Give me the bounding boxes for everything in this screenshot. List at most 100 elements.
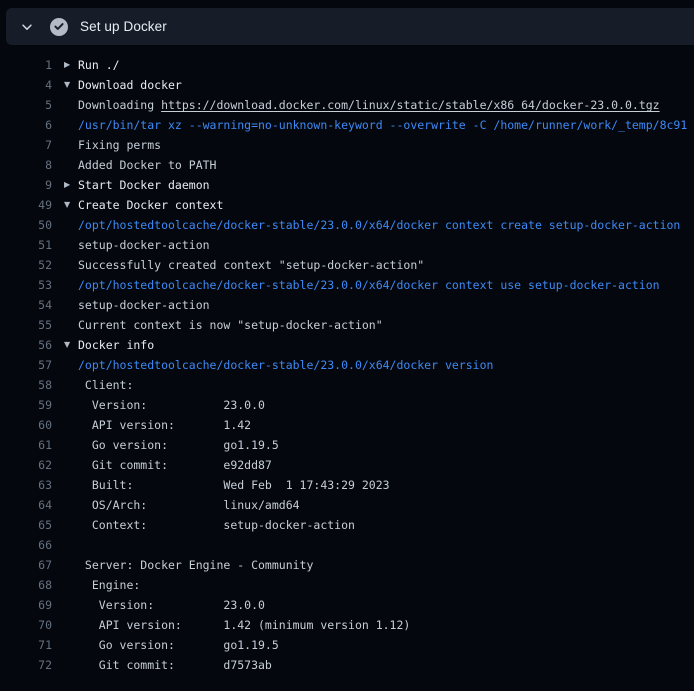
- log-line: 8 Added Docker to PATH: [0, 155, 694, 175]
- group-title: Run ./: [78, 55, 120, 75]
- log-line: 63 Built: Wed Feb 1 17:43:29 2023: [0, 475, 694, 495]
- log-line-text: Engine:: [78, 575, 140, 595]
- log-group-row[interactable]: 1 ▶Run ./: [0, 55, 694, 75]
- log-line-number[interactable]: 8: [0, 155, 52, 175]
- log-line-number[interactable]: 65: [0, 515, 52, 535]
- log-line-text: /usr/bin/tar xz --warning=no-unknown-key…: [78, 115, 687, 135]
- log-line: 69 Version: 23.0.0: [0, 595, 694, 615]
- group-title: Create Docker context: [78, 195, 223, 215]
- log-link[interactable]: https://download.docker.com/linux/static…: [161, 98, 660, 112]
- text-segment: Version: 23.0.0: [78, 398, 265, 412]
- log-line-number[interactable]: 71: [0, 635, 52, 655]
- log-line-text: /opt/hostedtoolcache/docker-stable/23.0.…: [78, 215, 680, 235]
- log-line-number[interactable]: 57: [0, 355, 52, 375]
- log-group-row[interactable]: 9 ▶Start Docker daemon: [0, 175, 694, 195]
- text-segment: API version: 1.42 (minimum version 1.12): [78, 618, 410, 632]
- group-collapse-icon[interactable]: ▼: [64, 75, 78, 95]
- log-line-number[interactable]: 59: [0, 395, 52, 415]
- command-text: /opt/hostedtoolcache/docker-stable/23.0.…: [78, 278, 660, 292]
- log-line-text: Downloading https://download.docker.com/…: [78, 95, 660, 115]
- log-group-row[interactable]: 4 ▼Download docker: [0, 75, 694, 95]
- group-title: Download docker: [78, 75, 182, 95]
- log-line-text: Git commit: d7573ab: [78, 655, 272, 675]
- log-line-text: Current context is now "setup-docker-act…: [78, 315, 383, 335]
- log-line-text: Built: Wed Feb 1 17:43:29 2023: [78, 475, 390, 495]
- log-line-number[interactable]: 62: [0, 455, 52, 475]
- log-line-text: /opt/hostedtoolcache/docker-stable/23.0.…: [78, 355, 493, 375]
- log-line-number[interactable]: 56: [0, 335, 52, 355]
- text-segment: Go version: go1.19.5: [78, 438, 279, 452]
- step-header[interactable]: Set up Docker: [6, 8, 694, 45]
- log-line-number[interactable]: 55: [0, 315, 52, 335]
- log-line-number[interactable]: 6: [0, 115, 52, 135]
- log-line-text: setup-docker-action: [78, 295, 210, 315]
- log-line: 60 API version: 1.42: [0, 415, 694, 435]
- log-line: 54 setup-docker-action: [0, 295, 694, 315]
- log-line-number[interactable]: 72: [0, 655, 52, 675]
- log-line-text: Go version: go1.19.5: [78, 435, 279, 455]
- text-segment: Run ./: [78, 58, 120, 72]
- log-line-number[interactable]: 7: [0, 135, 52, 155]
- log-line-text: Go version: go1.19.5: [78, 635, 279, 655]
- log-line-number[interactable]: 4: [0, 75, 52, 95]
- text-segment: Git commit: e92dd87: [78, 458, 272, 472]
- log-line-number[interactable]: 54: [0, 295, 52, 315]
- log-line-number[interactable]: 64: [0, 495, 52, 515]
- log-line-number[interactable]: 60: [0, 415, 52, 435]
- group-expand-icon[interactable]: ▶: [64, 175, 78, 195]
- text-segment: Download docker: [78, 78, 182, 92]
- log-line-number[interactable]: 70: [0, 615, 52, 635]
- text-segment: Server: Docker Engine - Community: [78, 558, 313, 572]
- log-line: 59 Version: 23.0.0: [0, 395, 694, 415]
- log-line-number[interactable]: 53: [0, 275, 52, 295]
- log-line-number[interactable]: 66: [0, 535, 52, 555]
- log-line-number[interactable]: 51: [0, 235, 52, 255]
- log-line: 61 Go version: go1.19.5: [0, 435, 694, 455]
- log-line-number[interactable]: 1: [0, 55, 52, 75]
- log-line-number[interactable]: 50: [0, 215, 52, 235]
- log-line-number[interactable]: 5: [0, 95, 52, 115]
- log-line-number[interactable]: 49: [0, 195, 52, 215]
- log-line: 72 Git commit: d7573ab: [0, 655, 694, 675]
- log-line: 70 API version: 1.42 (minimum version 1.…: [0, 615, 694, 635]
- check-circle-icon: [50, 18, 68, 36]
- log-line-number[interactable]: 68: [0, 575, 52, 595]
- group-title: Start Docker daemon: [78, 175, 210, 195]
- text-segment: Context: setup-docker-action: [78, 518, 355, 532]
- log-group-row[interactable]: 49 ▼Create Docker context: [0, 195, 694, 215]
- command-text: /usr/bin/tar xz --warning=no-unknown-key…: [78, 118, 687, 132]
- text-segment: setup-docker-action: [78, 298, 210, 312]
- log-line: 68 Engine:: [0, 575, 694, 595]
- log-line: 51 setup-docker-action: [0, 235, 694, 255]
- log-line-number[interactable]: 63: [0, 475, 52, 495]
- log-line-text: Client:: [78, 375, 133, 395]
- text-segment: Built: Wed Feb 1 17:43:29 2023: [78, 478, 390, 492]
- text-segment: Start Docker daemon: [78, 178, 210, 192]
- text-segment: Downloading: [78, 98, 161, 112]
- text-segment: Docker info: [78, 338, 154, 352]
- log-line-number[interactable]: 69: [0, 595, 52, 615]
- log-line-number[interactable]: 67: [0, 555, 52, 575]
- log-line-text: /opt/hostedtoolcache/docker-stable/23.0.…: [78, 275, 660, 295]
- log-group-row[interactable]: 56 ▼Docker info: [0, 335, 694, 355]
- log-line: 53/opt/hostedtoolcache/docker-stable/23.…: [0, 275, 694, 295]
- text-segment: Added Docker to PATH: [78, 158, 216, 172]
- workflow-log-panel: Set up Docker 1▶Run ./4▼Download docker5…: [0, 8, 694, 675]
- text-segment: API version: 1.42: [78, 418, 251, 432]
- log-line: 52 Successfully created context "setup-do…: [0, 255, 694, 275]
- log-line-text: Git commit: e92dd87: [78, 455, 272, 475]
- text-segment: Successfully created context "setup-dock…: [78, 258, 424, 272]
- log-line: 5 Downloading https://download.docker.com…: [0, 95, 694, 115]
- log-line-number[interactable]: 52: [0, 255, 52, 275]
- log-line: 64 OS/Arch: linux/amd64: [0, 495, 694, 515]
- log-line-number[interactable]: 58: [0, 375, 52, 395]
- log-line-number[interactable]: 9: [0, 175, 52, 195]
- group-collapse-icon[interactable]: ▼: [64, 195, 78, 215]
- chevron-down-icon[interactable]: [19, 19, 35, 35]
- group-collapse-icon[interactable]: ▼: [64, 335, 78, 355]
- group-expand-icon[interactable]: ▶: [64, 55, 78, 75]
- log-line-number[interactable]: 61: [0, 435, 52, 455]
- text-segment: OS/Arch: linux/amd64: [78, 498, 300, 512]
- text-segment: Git commit: d7573ab: [78, 658, 272, 672]
- log-line-text: setup-docker-action: [78, 235, 210, 255]
